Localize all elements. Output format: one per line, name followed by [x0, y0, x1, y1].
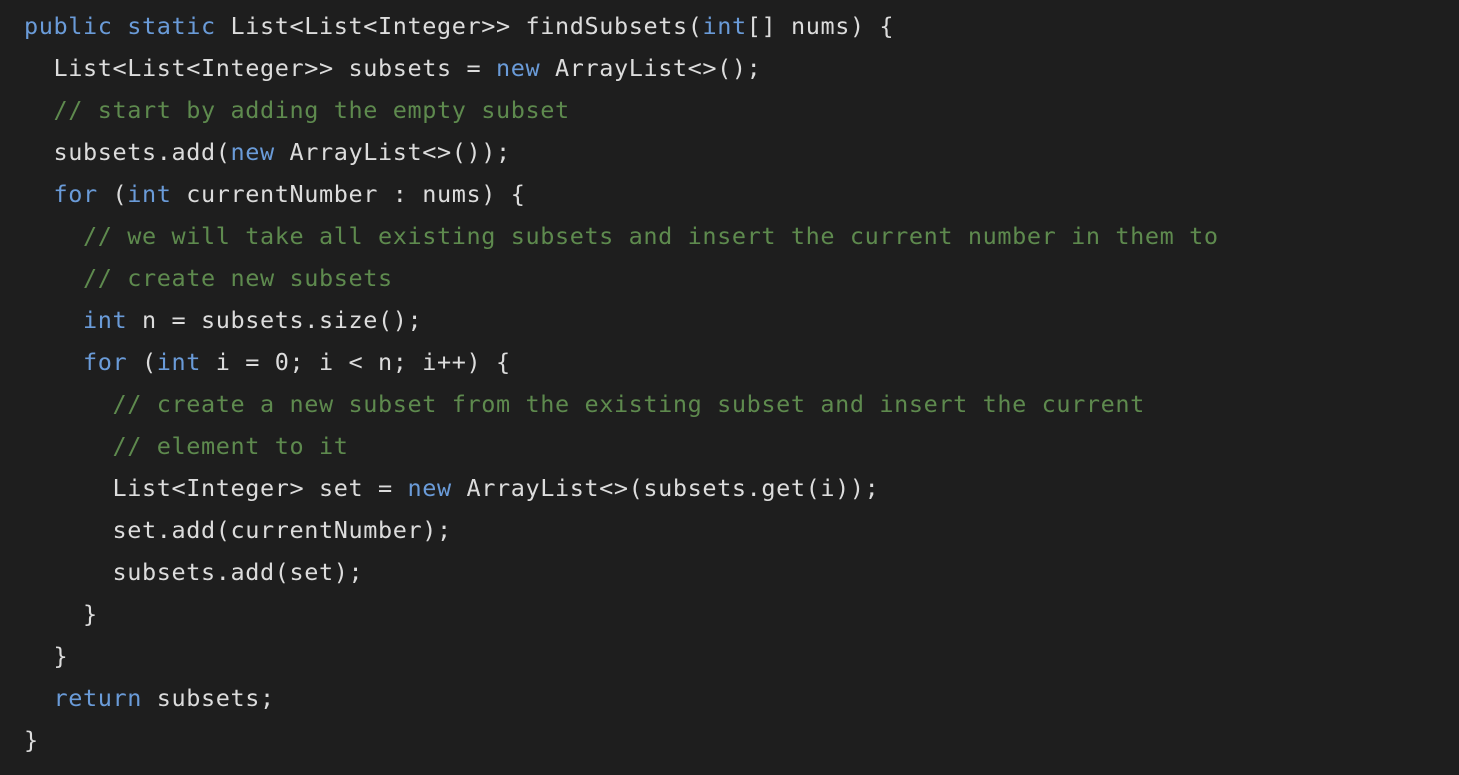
code-line: int n = subsets.size();: [24, 299, 1459, 341]
code-line: subsets.add(set);: [24, 551, 1459, 593]
code-keyword: new: [495, 54, 541, 82]
code-keyword: return: [53, 684, 142, 712]
code-text: ArrayList<>();: [540, 54, 762, 82]
code-text: subsets;: [142, 684, 275, 712]
code-text: ArrayList<>());: [274, 138, 511, 166]
code-text: }: [24, 726, 39, 754]
code-keyword: new: [407, 474, 452, 502]
code-line: for (int i = 0; i < n; i++) {: [24, 341, 1459, 383]
code-line: subsets.add(new ArrayList<>());: [24, 131, 1459, 173]
code-keyword: public: [24, 12, 113, 40]
code-text: [] nums) {: [746, 12, 895, 40]
code-keyword: for: [53, 180, 98, 208]
code-text: List<List<Integer>> findSubsets(: [215, 12, 703, 40]
code-keyword: int: [156, 348, 201, 376]
code-text: }: [24, 600, 98, 628]
code-keyword: new: [230, 138, 275, 166]
code-line: }: [24, 593, 1459, 635]
code-editor: public static List<List<Integer>> findSu…: [0, 0, 1459, 775]
code-text: i = 0; i < n; i++) {: [201, 348, 511, 376]
code-line: // start by adding the empty subset: [24, 89, 1459, 131]
code-keyword: int: [83, 306, 128, 334]
code-text: set.add(currentNumber);: [24, 516, 452, 544]
code-line: // create a new subset from the existing…: [24, 383, 1459, 425]
code-text: List<List<Integer>> subsets =: [24, 54, 496, 82]
code-keyword: for: [83, 348, 128, 376]
code-text: }: [24, 642, 69, 670]
code-comment: // create a new subset from the existing…: [112, 390, 1145, 418]
code-line: return subsets;: [24, 677, 1459, 719]
code-text: n = subsets.size();: [127, 306, 423, 334]
code-line: List<Integer> set = new ArrayList<>(subs…: [24, 467, 1459, 509]
code-line: // create new subsets: [24, 257, 1459, 299]
code-line: }: [24, 719, 1459, 761]
code-comment: // start by adding the empty subset: [53, 96, 570, 124]
code-comment: // we will take all existing subsets and…: [83, 222, 1219, 250]
code-block: public static List<List<Integer>> findSu…: [24, 5, 1459, 761]
code-line: // we will take all existing subsets and…: [24, 215, 1459, 257]
code-text: subsets.add(: [24, 138, 231, 166]
code-line: // element to it: [24, 425, 1459, 467]
code-line: }: [24, 635, 1459, 677]
code-keyword: int: [127, 180, 172, 208]
code-keyword: int: [702, 12, 747, 40]
code-keyword: static: [127, 12, 216, 40]
code-line: List<List<Integer>> subsets = new ArrayL…: [24, 47, 1459, 89]
code-line: public static List<List<Integer>> findSu…: [24, 5, 1459, 47]
code-text: List<Integer> set =: [24, 474, 408, 502]
code-text: ArrayList<>(subsets.get(i));: [451, 474, 880, 502]
code-text: (: [127, 348, 157, 376]
code-line: for (int currentNumber : nums) {: [24, 173, 1459, 215]
code-text: currentNumber : nums) {: [171, 180, 526, 208]
code-line: set.add(currentNumber);: [24, 509, 1459, 551]
code-text: (: [97, 180, 128, 208]
code-text: subsets.add(set);: [24, 558, 364, 586]
code-comment: // create new subsets: [83, 264, 393, 292]
code-comment: // element to it: [112, 432, 349, 460]
